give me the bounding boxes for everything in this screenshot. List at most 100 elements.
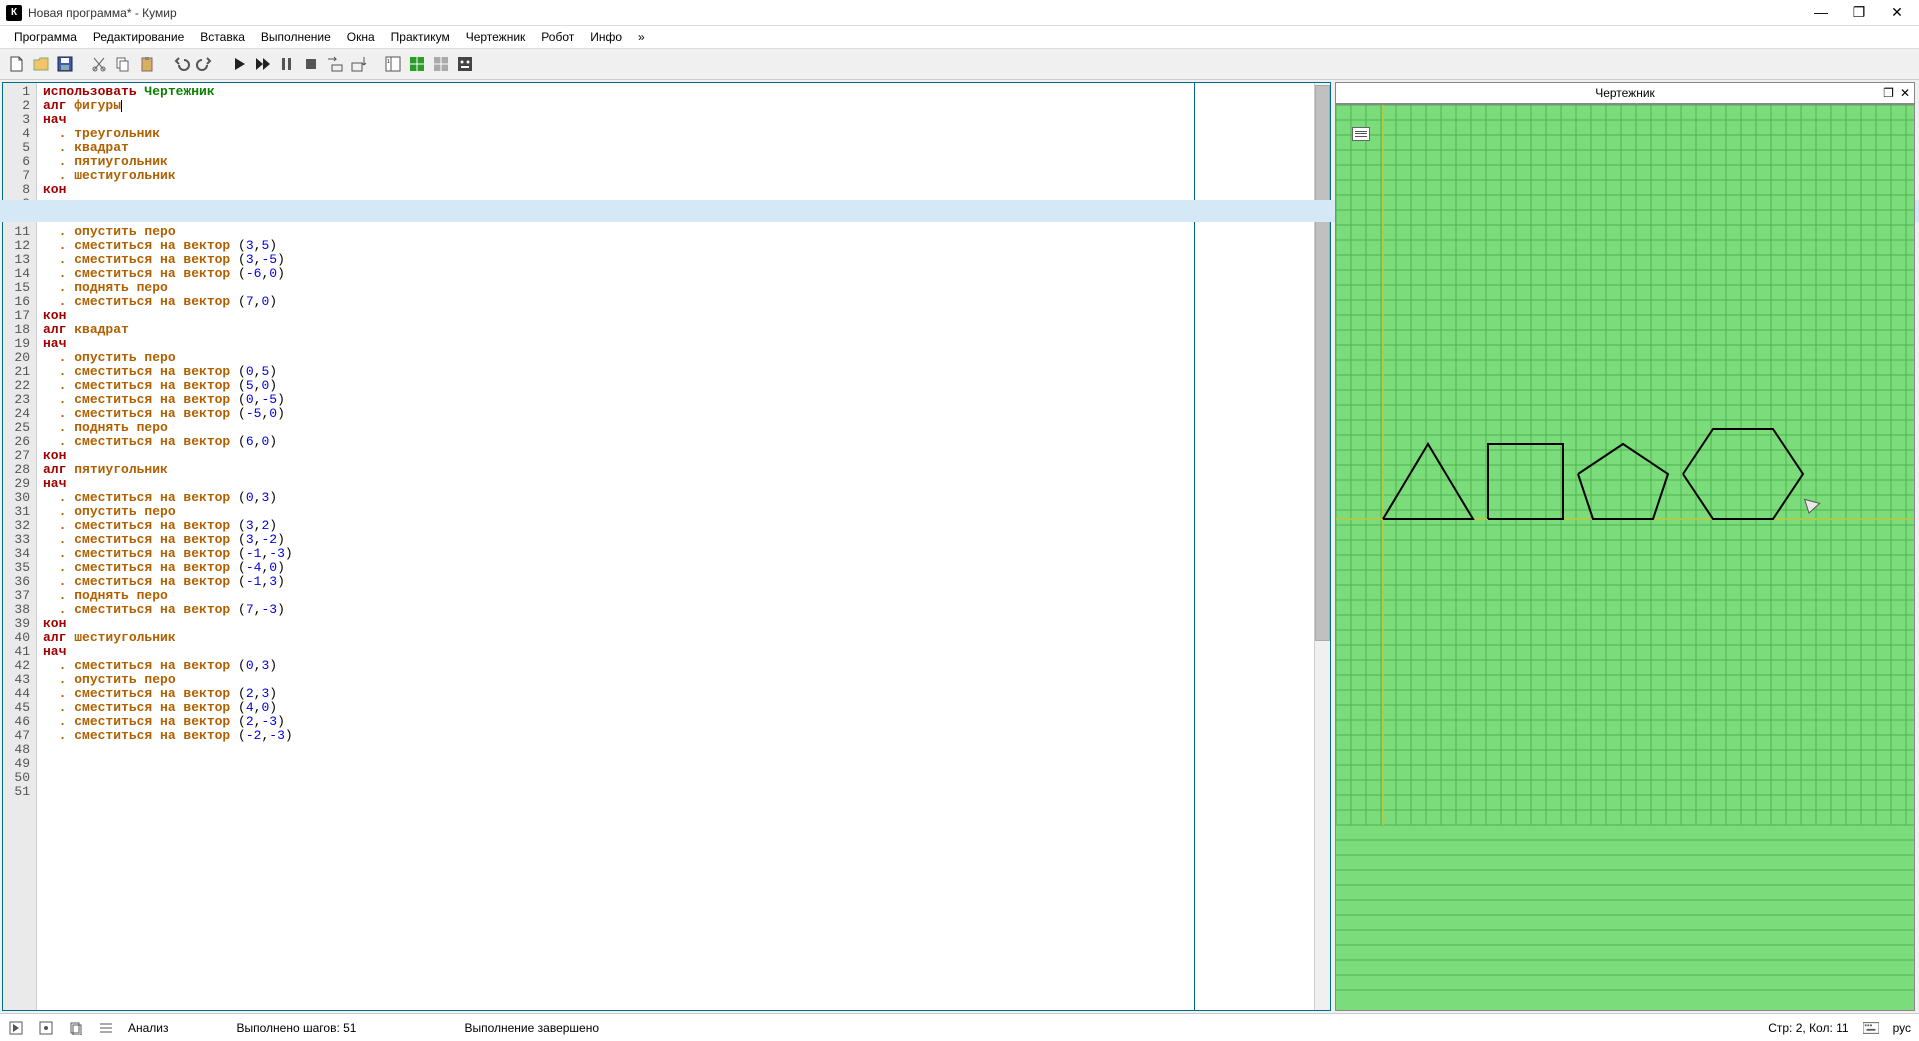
step-over-icon[interactable] <box>324 53 346 75</box>
code-line[interactable]: кон <box>43 449 1188 463</box>
code-line[interactable]: . сместиться на вектор (-5,0) <box>43 407 1188 421</box>
status-lang[interactable]: рус <box>1893 1021 1911 1035</box>
code-line[interactable]: . сместиться на вектор (6,0) <box>43 435 1188 449</box>
code-line[interactable]: . шестиугольник <box>43 169 1188 183</box>
step-into-icon[interactable] <box>348 53 370 75</box>
redo-icon[interactable] <box>194 53 216 75</box>
code-line[interactable]: . опустить перо <box>43 351 1188 365</box>
window-title: Новая программа* - Кумир <box>28 6 1809 20</box>
app-icon: К <box>6 5 22 21</box>
status-steps: Выполнено шагов: 51 <box>237 1021 357 1035</box>
save-icon[interactable] <box>54 53 76 75</box>
sb-icon-1[interactable] <box>8 1020 24 1036</box>
keyboard-icon[interactable] <box>1863 1020 1879 1036</box>
code-line[interactable]: алг пятиугольник <box>43 463 1188 477</box>
code-line[interactable]: . сместиться на вектор (4,0) <box>43 701 1188 715</box>
close-button[interactable]: ✕ <box>1885 4 1909 21</box>
code-line[interactable]: . сместиться на вектор (-4,0) <box>43 561 1188 575</box>
titlebar: К Новая программа* - Кумир — ❐ ✕ <box>0 0 1919 26</box>
code-line[interactable]: кон <box>43 309 1188 323</box>
code-line[interactable]: кон <box>43 183 1188 197</box>
editor-scrollbar[interactable] <box>1314 83 1330 1010</box>
code-line[interactable]: нач <box>43 477 1188 491</box>
code-line[interactable]: . сместиться на вектор (3,-5) <box>43 253 1188 267</box>
paste-icon[interactable] <box>136 53 158 75</box>
code-line[interactable]: использовать Чертежник <box>43 85 1188 99</box>
minimize-button[interactable]: — <box>1809 4 1833 21</box>
drawer-title-text: Чертежник <box>1595 86 1655 100</box>
drawer-restore-button[interactable]: ❐ <box>1883 86 1894 100</box>
menu-item-8[interactable]: Инфо <box>582 28 630 46</box>
grid-gray-icon[interactable] <box>430 53 452 75</box>
code-line[interactable]: . квадрат <box>43 141 1188 155</box>
code-line[interactable]: нач <box>43 337 1188 351</box>
menu-item-4[interactable]: Окна <box>339 28 383 46</box>
code-line[interactable]: . сместиться на вектор (3,2) <box>43 519 1188 533</box>
code-line[interactable]: . сместиться на вектор (-6,0) <box>43 267 1188 281</box>
code-line[interactable]: . сместиться на вектор (-1,-3) <box>43 547 1188 561</box>
menu-item-6[interactable]: Чертежник <box>458 28 534 46</box>
open-file-icon[interactable] <box>30 53 52 75</box>
menu-item-7[interactable]: Робот <box>533 28 582 46</box>
code-line[interactable]: . сместиться на вектор (-2,-3) <box>43 729 1188 743</box>
code-line[interactable]: . поднять перо <box>43 281 1188 295</box>
run-fast-icon[interactable] <box>252 53 274 75</box>
code-line[interactable]: . поднять перо <box>43 589 1188 603</box>
drawer-canvas[interactable] <box>1335 104 1915 1011</box>
code-line[interactable]: . сместиться на вектор (2,3) <box>43 687 1188 701</box>
menu-item-5[interactable]: Практикум <box>383 28 458 46</box>
run-icon[interactable] <box>228 53 250 75</box>
menu-item-2[interactable]: Вставка <box>192 28 253 46</box>
code-line[interactable]: . сместиться на вектор (3,-2) <box>43 533 1188 547</box>
code-line[interactable]: алг шестиугольник <box>43 631 1188 645</box>
drawer-panel: Чертежник ❐ ✕ <box>1335 82 1915 1011</box>
code-line[interactable]: кон <box>43 617 1188 631</box>
line-gutter: 1 2 3 4 5 6 7 8 9 10 11 12 13 14 15 16 1… <box>3 83 37 1010</box>
sb-icon-2[interactable] <box>38 1020 54 1036</box>
status-done: Выполнение завершено <box>464 1021 599 1035</box>
cut-icon[interactable] <box>88 53 110 75</box>
code-line[interactable]: . треугольник <box>43 127 1188 141</box>
drawer-titlebar: Чертежник ❐ ✕ <box>1335 82 1915 104</box>
grid-green-icon[interactable] <box>406 53 428 75</box>
pause-icon[interactable] <box>276 53 298 75</box>
code-line[interactable]: алг фигуры <box>43 99 1188 113</box>
robot-icon[interactable] <box>454 53 476 75</box>
code-line[interactable]: . сместиться на вектор (0,-5) <box>43 393 1188 407</box>
code-line[interactable]: . пятиугольник <box>43 155 1188 169</box>
menu-item-3[interactable]: Выполнение <box>253 28 339 46</box>
drawer-close-button[interactable]: ✕ <box>1900 86 1910 100</box>
undo-icon[interactable] <box>170 53 192 75</box>
code-line[interactable]: . сместиться на вектор (0,3) <box>43 659 1188 673</box>
code-line[interactable]: . сместиться на вектор (5,0) <box>43 379 1188 393</box>
code-line[interactable]: . сместиться на вектор (2,-3) <box>43 715 1188 729</box>
code-line[interactable]: алг квадрат <box>43 323 1188 337</box>
code-line[interactable]: . сместиться на вектор (0,5) <box>43 365 1188 379</box>
toggle-numbers-icon[interactable]: 1 <box>382 53 404 75</box>
code-line[interactable]: . сместиться на вектор (3,5) <box>43 239 1188 253</box>
code-line[interactable]: . опустить перо <box>43 505 1188 519</box>
code-line[interactable]: нач <box>43 113 1188 127</box>
drawer-menu-icon[interactable] <box>1352 127 1370 141</box>
code-line[interactable]: . сместиться на вектор (0,3) <box>43 491 1188 505</box>
shape-hexagon <box>1683 429 1803 519</box>
code-line[interactable]: нач <box>43 645 1188 659</box>
code-editor[interactable]: использовать Чертежникалг фигурынач . тр… <box>37 83 1194 1010</box>
code-line[interactable]: . сместиться на вектор (7,0) <box>43 295 1188 309</box>
new-file-icon[interactable] <box>6 53 28 75</box>
maximize-button[interactable]: ❐ <box>1847 4 1871 21</box>
menu-item-1[interactable]: Редактирование <box>85 28 192 46</box>
menu-item-0[interactable]: Программа <box>6 28 85 46</box>
sb-icon-4[interactable] <box>98 1020 114 1036</box>
code-line[interactable]: . опустить перо <box>43 673 1188 687</box>
menu-item-9[interactable]: » <box>630 28 653 46</box>
code-line[interactable]: . поднять перо <box>43 421 1188 435</box>
sb-icon-3[interactable] <box>68 1020 84 1036</box>
status-analyze[interactable]: Анализ <box>128 1021 169 1035</box>
code-line[interactable]: . опустить перо <box>43 225 1188 239</box>
copy-icon[interactable] <box>112 53 134 75</box>
code-line[interactable]: . сместиться на вектор (-1,3) <box>43 575 1188 589</box>
svg-text:1: 1 <box>387 59 390 65</box>
stop-icon[interactable] <box>300 53 322 75</box>
code-line[interactable]: . сместиться на вектор (7,-3) <box>43 603 1188 617</box>
